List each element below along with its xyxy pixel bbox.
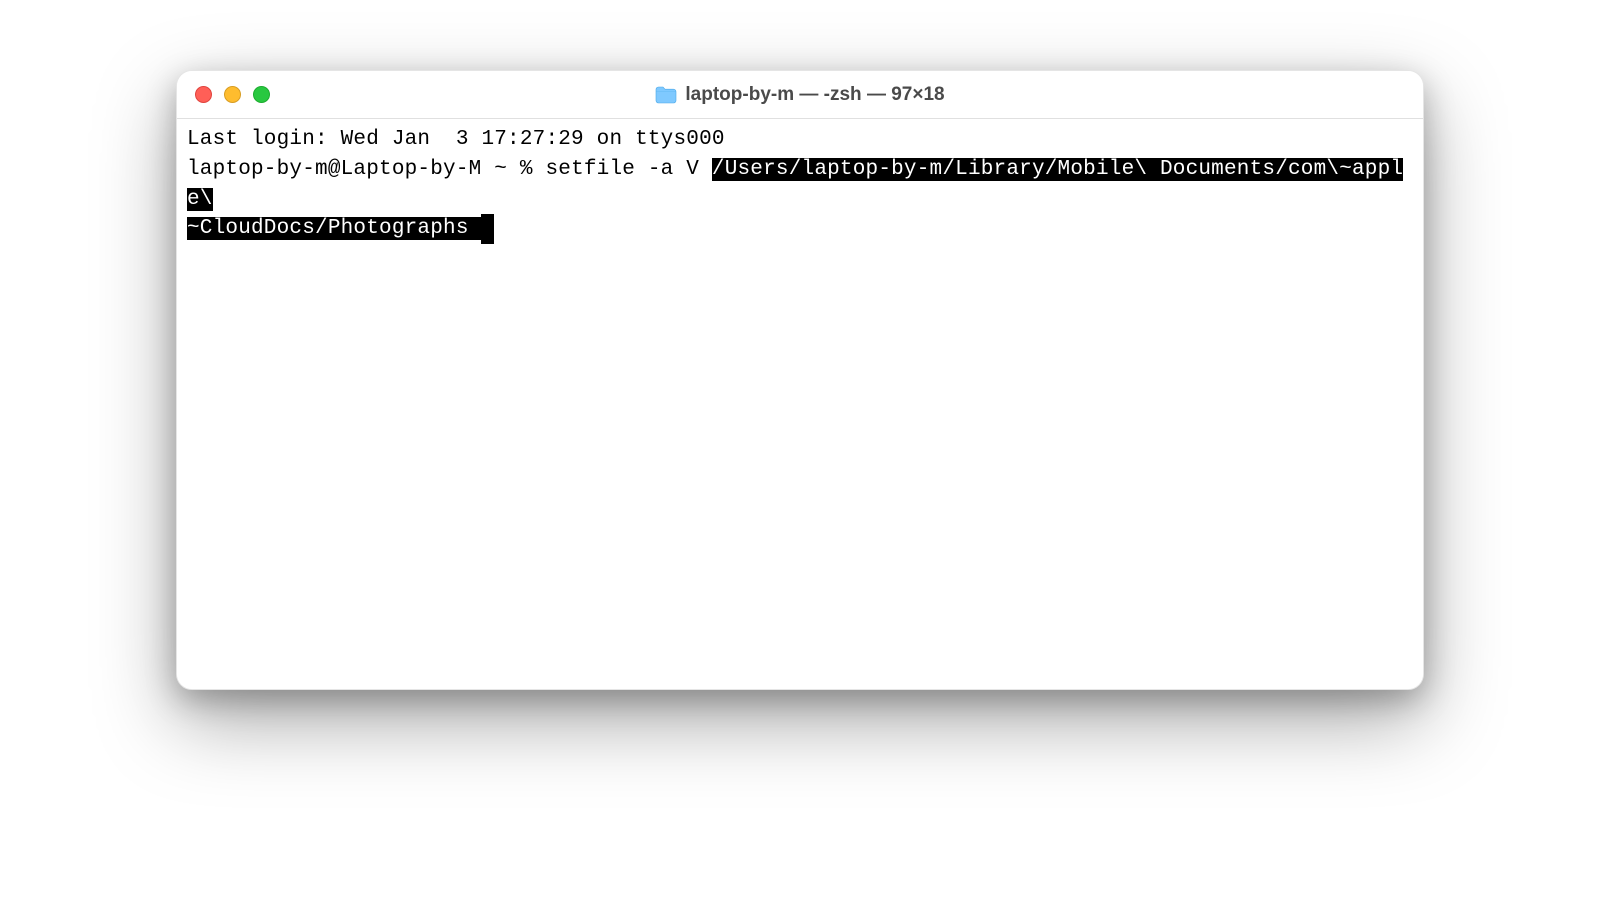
folder-icon — [655, 86, 677, 104]
last-login-line: Last login: Wed Jan 3 17:27:29 on ttys00… — [187, 128, 725, 151]
window-title: laptop-by-m — -zsh — 97×18 — [685, 84, 944, 106]
command-text: setfile -a V — [545, 158, 711, 181]
terminal-body[interactable]: Last login: Wed Jan 3 17:27:29 on ttys00… — [177, 119, 1423, 689]
terminal-window: laptop-by-m — -zsh — 97×18 Last login: W… — [176, 70, 1424, 690]
minimize-button[interactable] — [224, 86, 241, 103]
close-button[interactable] — [195, 86, 212, 103]
maximize-button[interactable] — [253, 86, 270, 103]
selected-path-part2[interactable]: ~CloudDocs/Photographs — [187, 217, 481, 240]
cursor — [481, 214, 494, 244]
prompt: laptop-by-m@Laptop-by-M ~ % — [187, 158, 545, 181]
traffic-lights — [195, 86, 270, 103]
title-center: laptop-by-m — -zsh — 97×18 — [177, 84, 1423, 106]
titlebar[interactable]: laptop-by-m — -zsh — 97×18 — [177, 71, 1423, 119]
